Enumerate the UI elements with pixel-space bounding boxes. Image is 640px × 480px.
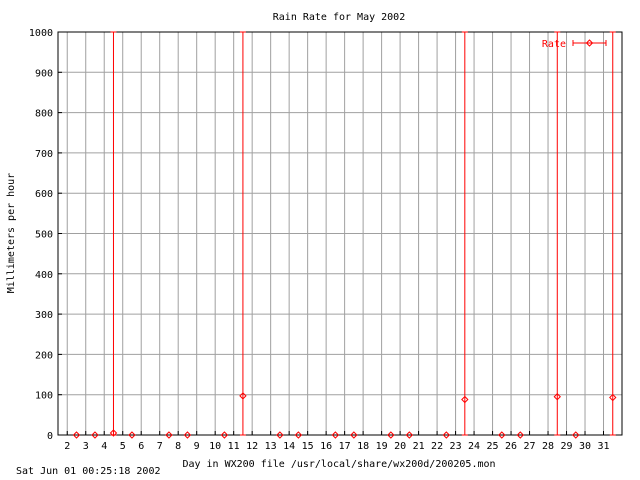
- x-tick-label: 16: [320, 441, 332, 452]
- x-tick-label: 7: [157, 441, 163, 452]
- y-tick-label: 100: [35, 391, 53, 402]
- y-tick-label: 800: [35, 109, 53, 120]
- y-tick-label: 1000: [29, 28, 53, 39]
- x-tick-label: 28: [542, 441, 554, 452]
- y-tick-label: 400: [35, 270, 53, 281]
- y-axis-label: Millimeters per hour: [6, 173, 17, 293]
- x-tick-label: 29: [561, 441, 573, 452]
- y-tick-label: 700: [35, 149, 53, 160]
- x-tick-label: 17: [339, 441, 351, 452]
- legend-label: Rate: [542, 39, 566, 50]
- x-tick-label: 23: [450, 441, 462, 452]
- x-tick-label: 21: [413, 441, 425, 452]
- x-tick-label: 18: [357, 441, 369, 452]
- x-tick-label: 20: [394, 441, 406, 452]
- y-tick-label: 200: [35, 350, 53, 361]
- x-tick-label: 10: [209, 441, 221, 452]
- x-tick-label: 4: [101, 441, 107, 452]
- y-tick-label: 500: [35, 230, 53, 241]
- x-tick-label: 5: [120, 441, 126, 452]
- x-tick-label: 19: [376, 441, 388, 452]
- y-tick-label: 300: [35, 310, 53, 321]
- x-tick-label: 14: [283, 441, 295, 452]
- y-tick-label: 0: [47, 431, 53, 442]
- x-tick-label: 15: [302, 441, 314, 452]
- x-tick-label: 24: [468, 441, 480, 452]
- y-tick-label: 900: [35, 68, 53, 79]
- x-tick-label: 9: [194, 441, 200, 452]
- x-tick-label: 3: [83, 441, 89, 452]
- generated-timestamp: Sat Jun 01 00:25:18 2002: [16, 466, 161, 477]
- rain-rate-chart: 2 3 4 5 6 7 8 9 10 11 12 13 14 15 16 17 18 19 20 21 22 23 24 25…: [0, 0, 640, 480]
- x-tick-label: 22: [431, 441, 443, 452]
- x-tick-label: 26: [505, 441, 517, 452]
- x-tick-label: 12: [246, 441, 258, 452]
- chart-title: Rain Rate for May 2002: [273, 12, 405, 23]
- x-tick-label: 8: [175, 441, 181, 452]
- x-tick-label: 25: [487, 441, 499, 452]
- x-tick-label: 31: [597, 441, 609, 452]
- x-tick-label: 11: [228, 441, 240, 452]
- x-tick-label: 2: [64, 441, 70, 452]
- x-tick-label: 30: [579, 441, 591, 452]
- y-tick-label: 600: [35, 189, 53, 200]
- x-tick-label: 27: [524, 441, 536, 452]
- x-tick-label: 13: [265, 441, 277, 452]
- x-tick-label: 6: [138, 441, 144, 452]
- x-axis-label: Day in WX200 file /usr/local/share/wx200…: [182, 459, 495, 470]
